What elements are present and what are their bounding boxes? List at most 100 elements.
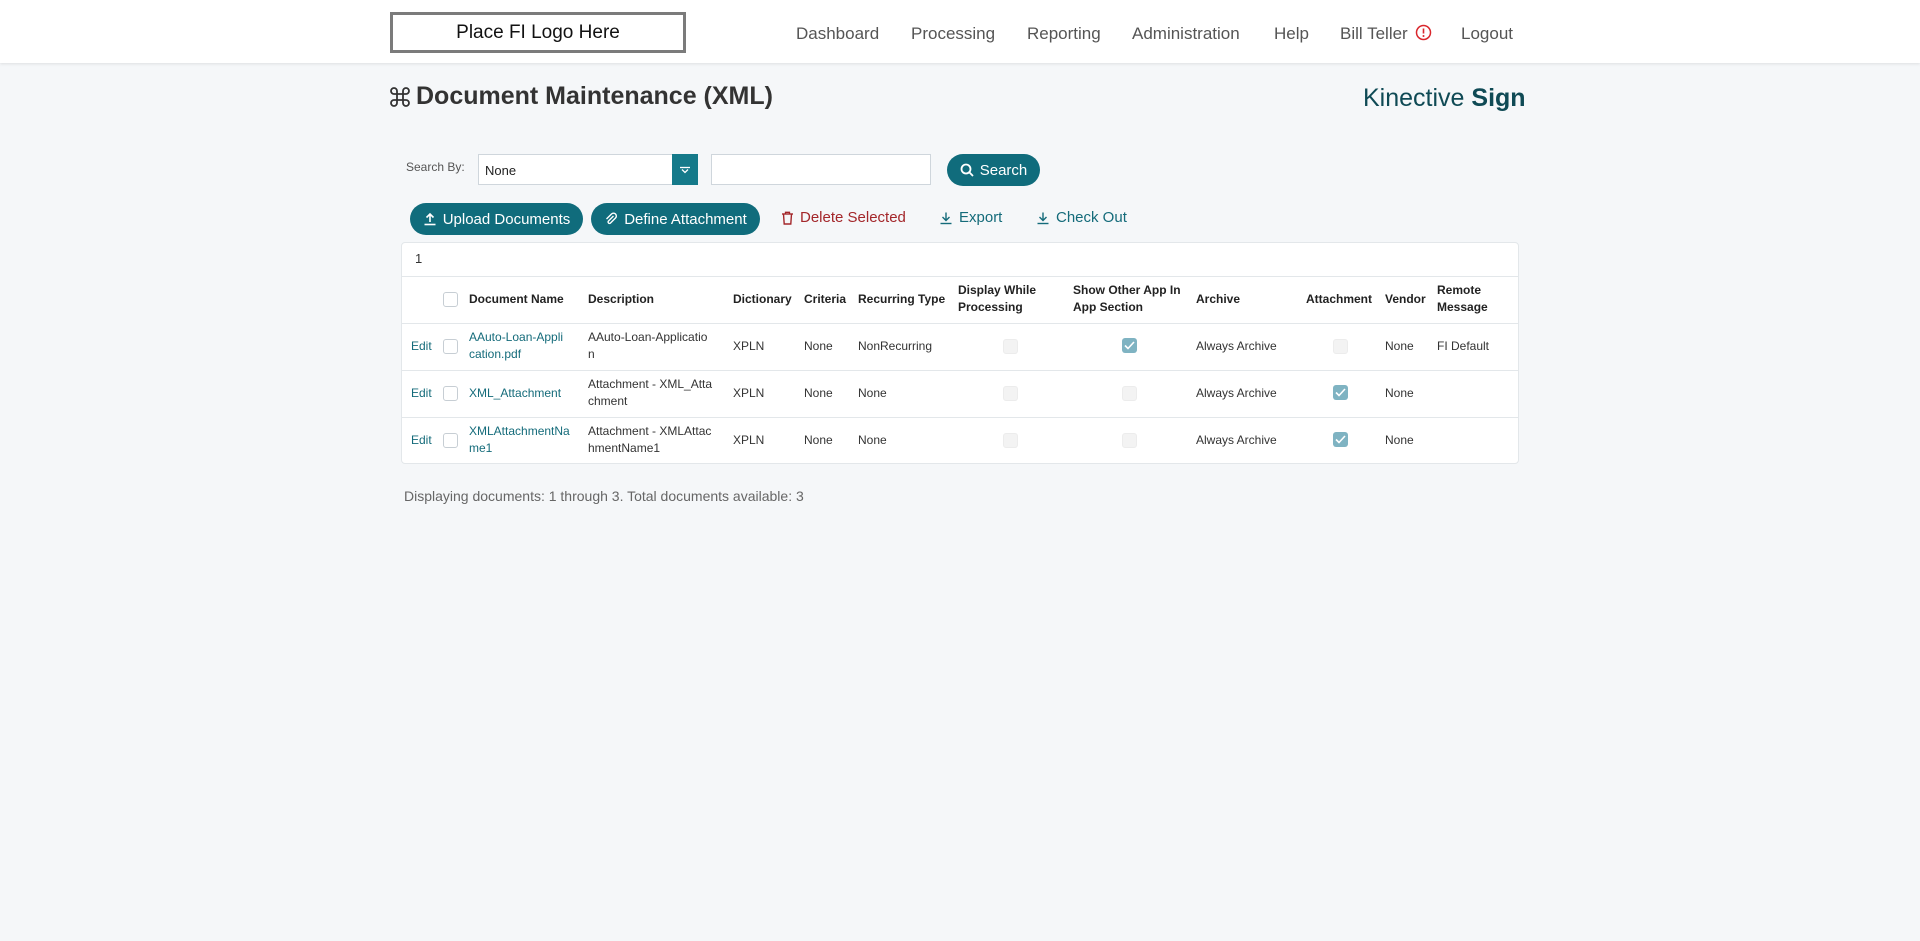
- nav-administration[interactable]: Administration: [1132, 24, 1240, 44]
- document-name-line-1: XMLAttachmentNa: [469, 424, 570, 438]
- criteria-cell: None: [804, 339, 833, 353]
- upload-icon: [424, 212, 436, 226]
- command-icon: [390, 86, 410, 107]
- download-icon: [1037, 212, 1049, 224]
- col-vendor[interactable]: Vendor: [1385, 291, 1426, 308]
- document-name-line-2: me1: [469, 441, 493, 455]
- col-remote-message[interactable]: Remote Message: [1437, 282, 1488, 316]
- edit-link[interactable]: Edit: [411, 338, 432, 355]
- row-checkbox[interactable]: [443, 339, 458, 354]
- search-input[interactable]: [711, 154, 931, 185]
- archive-cell: Always Archive: [1196, 386, 1277, 400]
- page-title-text: Document Maintenance (XML): [416, 82, 773, 110]
- archive-cell: Always Archive: [1196, 339, 1277, 353]
- nav-processing[interactable]: Processing: [911, 24, 995, 44]
- select-dropdown-button[interactable]: [672, 154, 698, 185]
- nav-user-menu[interactable]: Bill Teller: [1340, 24, 1432, 44]
- define-attachment-label: Define Attachment: [624, 210, 747, 228]
- user-name: Bill Teller: [1340, 24, 1408, 43]
- recurring-type-cell: NonRecurring: [858, 339, 933, 353]
- criteria-cell: None: [804, 386, 833, 400]
- col-show-other-line-2: App Section: [1073, 300, 1144, 314]
- check-icon: [1335, 435, 1346, 444]
- description-line-2: n: [588, 347, 595, 361]
- description-line-1: Attachment - XML_Atta: [588, 377, 713, 391]
- select-all-checkbox[interactable]: [443, 292, 458, 307]
- dictionary-cell: XPLN: [733, 433, 765, 447]
- nav-reporting[interactable]: Reporting: [1027, 24, 1101, 44]
- dictionary-cell: XPLN: [733, 386, 765, 400]
- display-while-processing-checkbox: [1003, 386, 1018, 401]
- attachment-checkbox: [1333, 339, 1348, 354]
- define-attachment-button[interactable]: Define Attachment: [591, 203, 760, 235]
- check-icon: [1124, 341, 1135, 350]
- attachment-checkbox: [1333, 385, 1348, 400]
- col-recurring-type[interactable]: Recurring Type: [858, 291, 945, 308]
- table-divider: [401, 370, 1519, 371]
- search-by-value: None: [485, 163, 517, 178]
- document-name-line-2: cation.pdf: [469, 347, 522, 361]
- description-line-1: AAuto-Loan-Applicatio: [588, 330, 708, 344]
- document-name-link[interactable]: AAuto-Loan-Appli cation.pdf: [469, 329, 563, 363]
- description-line-2: hmentName1: [588, 441, 661, 455]
- search-by-label: Search By:: [406, 160, 465, 174]
- recurring-type-cell: None: [858, 433, 887, 447]
- description-line-1: Attachment - XMLAttac: [588, 424, 712, 438]
- upload-documents-button[interactable]: Upload Documents: [410, 203, 583, 235]
- brand-logo: Kinective Sign: [1363, 84, 1526, 113]
- table-divider: [401, 323, 1519, 324]
- nav-help[interactable]: Help: [1274, 24, 1309, 44]
- col-remote-line-1: Remote: [1437, 283, 1482, 297]
- document-name-link[interactable]: XML_Attachment: [469, 385, 561, 402]
- col-attachment[interactable]: Attachment: [1306, 291, 1372, 308]
- description-cell: AAuto-Loan-Applicatio n: [588, 329, 707, 363]
- download-icon: [940, 212, 952, 224]
- row-checkbox[interactable]: [443, 386, 458, 401]
- col-dictionary[interactable]: Dictionary: [733, 291, 792, 308]
- page-title: Document Maintenance (XML): [390, 82, 773, 111]
- show-other-app-checkbox: [1122, 433, 1137, 448]
- search-by-select[interactable]: None: [478, 154, 698, 185]
- upload-documents-label: Upload Documents: [442, 210, 571, 228]
- row-checkbox[interactable]: [443, 433, 458, 448]
- criteria-cell: None: [804, 433, 833, 447]
- display-while-processing-checkbox: [1003, 433, 1018, 448]
- col-display-line-1: Display While: [958, 283, 1037, 297]
- dictionary-cell: XPLN: [733, 339, 765, 353]
- magnifier-icon: [960, 163, 974, 177]
- col-archive[interactable]: Archive: [1196, 291, 1240, 308]
- vendor-cell: None: [1385, 433, 1414, 447]
- show-other-app-checkbox: [1122, 386, 1137, 401]
- col-document-name[interactable]: Document Name: [469, 291, 564, 308]
- table-divider: [401, 276, 1519, 277]
- check-icon: [1335, 388, 1346, 397]
- document-name-link[interactable]: XMLAttachmentNa me1: [469, 423, 570, 457]
- display-while-processing-checkbox: [1003, 339, 1018, 354]
- page-number[interactable]: 1: [415, 251, 422, 266]
- check-out-button[interactable]: Check Out: [1036, 209, 1127, 226]
- fi-logo-placeholder[interactable]: Place FI Logo Here: [390, 12, 686, 53]
- delete-selected-label: Delete Selected: [800, 209, 906, 226]
- col-description[interactable]: Description: [588, 291, 654, 308]
- pagination-status: Displaying documents: 1 through 3. Total…: [404, 488, 804, 504]
- col-show-other-app[interactable]: Show Other App In App Section: [1073, 282, 1181, 316]
- vendor-cell: None: [1385, 339, 1414, 353]
- logo-text: Place FI Logo Here: [456, 21, 620, 43]
- nav-logout[interactable]: Logout: [1461, 24, 1513, 44]
- search-button[interactable]: Search: [947, 154, 1040, 186]
- export-button[interactable]: Export: [939, 209, 1002, 226]
- alert-circle-icon: [1416, 24, 1432, 41]
- brand-light: Kinective: [1363, 84, 1472, 112]
- col-criteria[interactable]: Criteria: [804, 291, 846, 308]
- edit-link[interactable]: Edit: [411, 432, 432, 449]
- col-show-other-line-1: Show Other App In: [1073, 283, 1181, 297]
- col-display-while-processing[interactable]: Display While Processing: [958, 282, 1036, 316]
- document-name-line-1: XML_Attachment: [469, 386, 562, 400]
- brand-bold: Sign: [1471, 84, 1526, 112]
- vendor-cell: None: [1385, 386, 1414, 400]
- nav-dashboard[interactable]: Dashboard: [796, 24, 879, 44]
- edit-link[interactable]: Edit: [411, 385, 432, 402]
- description-cell: Attachment - XML_Atta chment: [588, 376, 712, 410]
- description-line-2: chment: [588, 394, 628, 408]
- delete-selected-button[interactable]: Delete Selected: [781, 209, 906, 226]
